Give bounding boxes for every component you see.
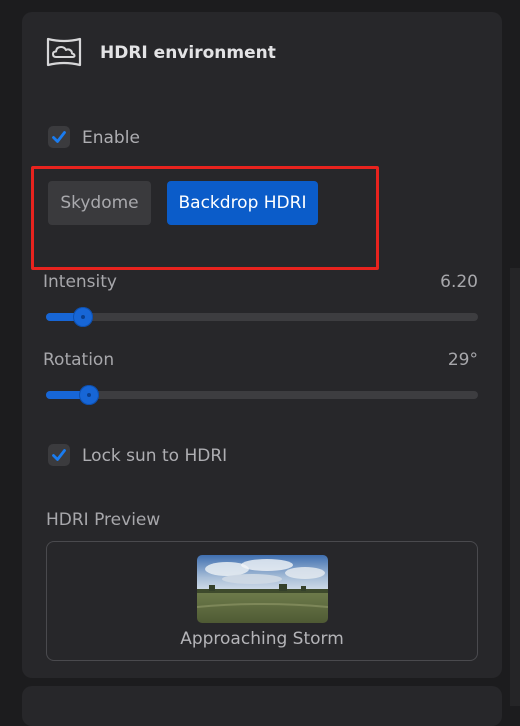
intensity-value: 6.20 (440, 272, 478, 292)
hdri-preview-title: HDRI Preview (46, 510, 161, 530)
intensity-slider-handle[interactable] (72, 307, 93, 327)
intensity-slider[interactable] (46, 307, 478, 327)
checkmark-icon (52, 449, 66, 461)
enable-label: Enable (82, 128, 140, 148)
lock-sun-label: Lock sun to HDRI (82, 446, 228, 466)
next-panel (22, 686, 502, 726)
rotation-label: Rotation (43, 350, 115, 370)
rotation-value: 29° (447, 350, 478, 370)
lock-sun-checkbox[interactable] (48, 444, 70, 466)
intensity-label: Intensity (43, 272, 117, 292)
hdri-thumbnail[interactable] (197, 555, 328, 623)
cloud-environment-icon (45, 36, 83, 68)
checkmark-icon (52, 131, 66, 143)
panel-title: HDRI environment (100, 43, 276, 63)
rotation-slider[interactable] (46, 385, 478, 405)
enable-checkbox[interactable] (48, 126, 70, 148)
hdri-name: Approaching Storm (180, 629, 344, 649)
skydome-button[interactable]: Skydome (48, 181, 151, 225)
scrollbar[interactable] (510, 268, 520, 706)
backdrop-hdri-button[interactable]: Backdrop HDRI (167, 181, 318, 225)
